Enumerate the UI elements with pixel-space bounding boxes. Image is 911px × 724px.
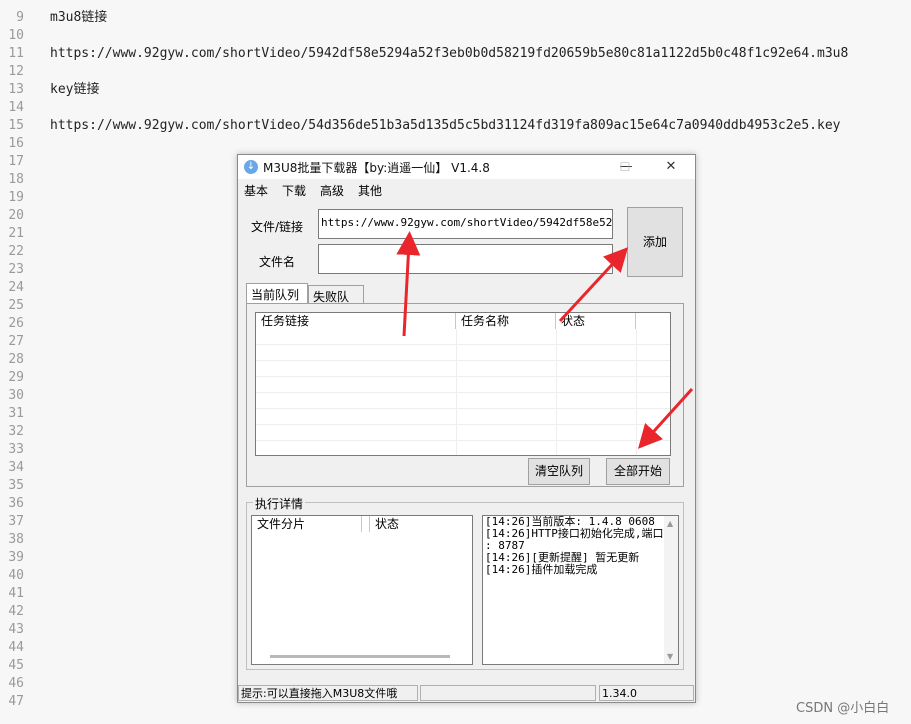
arrow-to-url-input [396, 231, 421, 337]
annotation-arrows [396, 231, 694, 449]
arrow-to-add-button [558, 247, 629, 323]
arrow-to-start-button [637, 387, 694, 449]
tab-current-queue[interactable]: 当前队列 [246, 283, 308, 303]
watermark: CSDN @小白白 [796, 701, 890, 716]
